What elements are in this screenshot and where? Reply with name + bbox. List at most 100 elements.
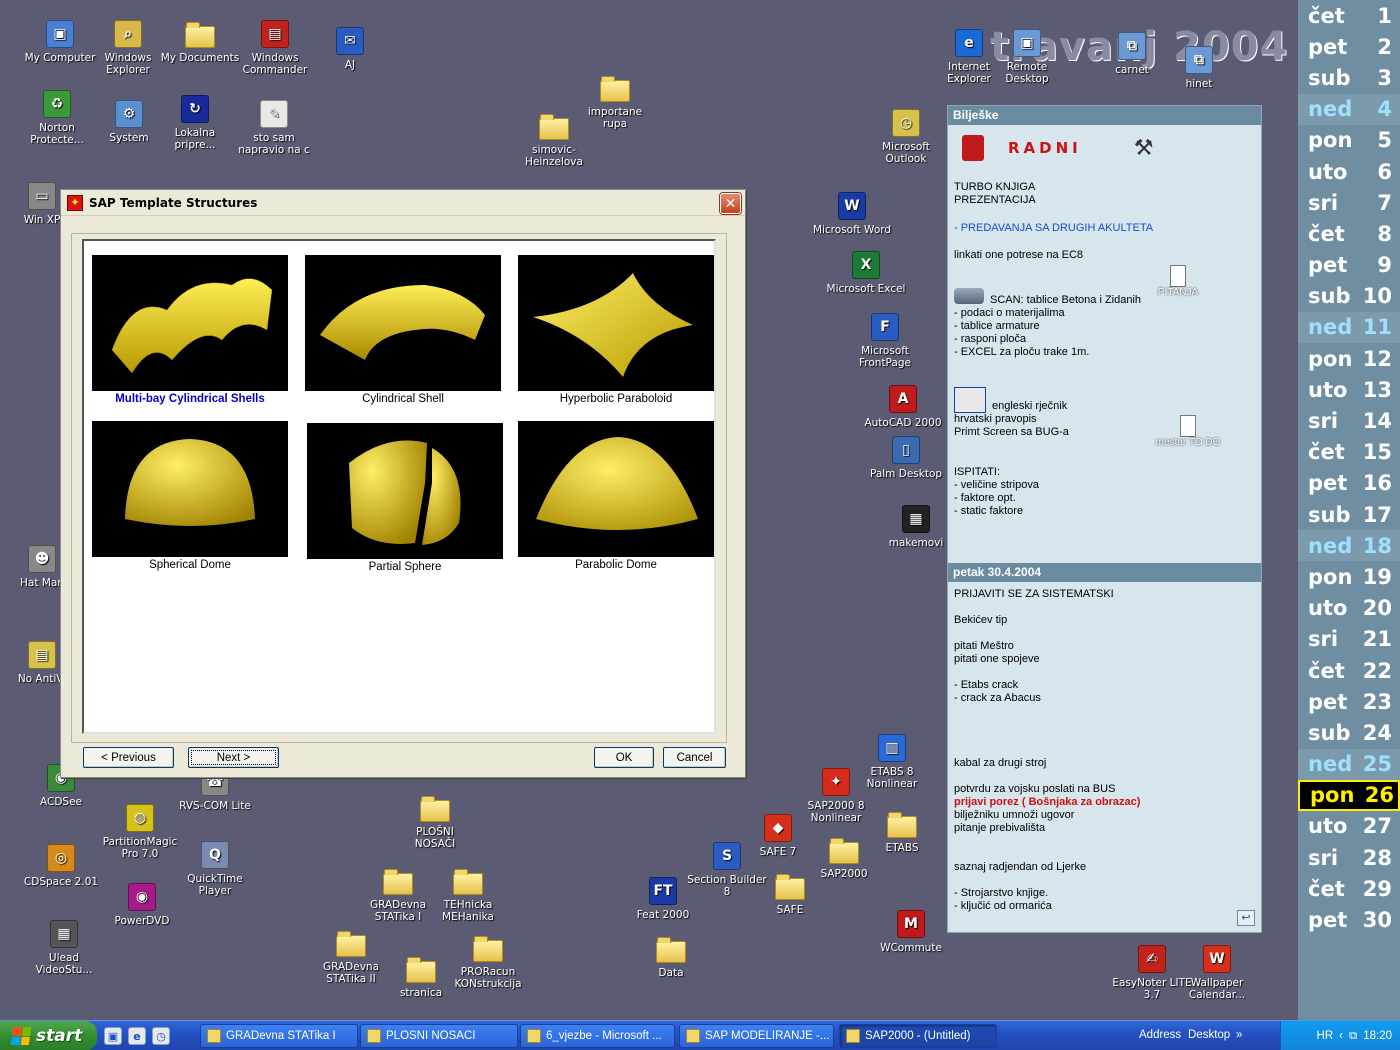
template-option[interactable]: Multi-bay Cylindrical Shells — [92, 255, 288, 405]
taskbar-button[interactable]: SAP2000 - (Untitled) — [839, 1024, 997, 1048]
calendar-day[interactable]: uto 27 — [1298, 811, 1400, 842]
mestar-shortcut[interactable]: mestar TO DO — [1148, 415, 1228, 448]
calendar-day[interactable]: pet 30 — [1298, 904, 1400, 935]
desktop-icon[interactable]: ▯ Palm Desktop — [866, 434, 946, 480]
desktop-icon[interactable]: ▦ makemovi — [876, 503, 956, 549]
desktop-icon[interactable]: ✉ AJ — [310, 25, 390, 71]
desktop-icon[interactable]: W Microsoft Word — [812, 190, 892, 236]
template-thumbnail — [518, 255, 714, 391]
calendar-day[interactable]: čet 15 — [1298, 437, 1400, 468]
desktop-icon[interactable]: ◎ CDSpace 2.01 — [21, 842, 101, 888]
template-option[interactable]: Spherical Dome — [92, 421, 288, 571]
taskbar-button[interactable]: 6_vjezbe - Microsoft ... — [520, 1024, 675, 1048]
desktop-icon[interactable]: ↻ Lokalna pripre... — [155, 93, 235, 151]
calendar-day[interactable]: uto 6 — [1298, 156, 1400, 187]
clock[interactable]: 18:20 — [1363, 1030, 1392, 1042]
calendar-day[interactable]: pet 23 — [1298, 686, 1400, 717]
calendar-day[interactable]: sri 21 — [1298, 624, 1400, 655]
calendar-day[interactable]: pet 2 — [1298, 31, 1400, 62]
desktop-icon[interactable]: GRADevna STATika II — [311, 927, 391, 985]
calendar-day[interactable]: ned 18 — [1298, 530, 1400, 562]
calendar-day[interactable]: sub 24 — [1298, 717, 1400, 748]
network-icon[interactable]: ⧉ — [1349, 1030, 1357, 1043]
next-button[interactable]: Next > — [188, 747, 279, 768]
pitanja-shortcut[interactable]: PITANJA — [1148, 265, 1208, 298]
calendar-day[interactable]: čet 22 — [1298, 655, 1400, 686]
calendar-day[interactable]: pon 12 — [1298, 343, 1400, 374]
desktop-icon[interactable]: ▣ Remote Desktop — [987, 27, 1067, 85]
desktop-icon[interactable]: A AutoCAD 2000 — [863, 383, 943, 429]
desktop-icon[interactable]: ▥ ETABS 8 Nonlinear — [852, 732, 932, 790]
desktop-icon[interactable]: ETABS — [862, 808, 942, 854]
start-button[interactable]: start — [0, 1021, 97, 1050]
template-option[interactable]: Hyperbolic Paraboloid — [518, 255, 714, 405]
taskbar-button[interactable]: SAP MODELIRANJE -... — [679, 1024, 834, 1048]
desktop-icon[interactable]: ♻ Norton Protecte... — [17, 88, 97, 146]
toolbar-chevron-icon[interactable]: » — [1236, 1029, 1242, 1041]
dialog-titlebar[interactable]: ✦ SAP Template Structures — [61, 190, 745, 216]
desktop-icon[interactable]: importane rupa — [575, 72, 655, 130]
desktop-icon[interactable]: PRORacun KONstrukcija — [448, 932, 528, 990]
taskbar-button[interactable]: PLOSNI NOSACI — [360, 1024, 518, 1048]
internet-explorer-icon[interactable]: e — [128, 1027, 146, 1045]
calendar-day[interactable]: sub 10 — [1298, 281, 1400, 312]
show-desktop-icon[interactable]: ▣ — [104, 1027, 122, 1045]
calendar-day[interactable]: sri 28 — [1298, 842, 1400, 873]
taskbar-button[interactable]: GRADevna STATika I — [200, 1024, 358, 1048]
desktop-icon[interactable]: ⌕ Windows Explorer — [88, 18, 168, 76]
calendar-day[interactable]: pet 9 — [1298, 250, 1400, 281]
calendar-day[interactable]: uto 20 — [1298, 593, 1400, 624]
calendar-day[interactable]: čet 1 — [1298, 0, 1400, 31]
desktop-icon[interactable]: Data — [631, 933, 711, 979]
calendar-date: 8 — [1377, 221, 1392, 246]
template-option[interactable]: Parabolic Dome — [518, 421, 714, 571]
desktop-icon[interactable]: ✎ sto sam napravio na c — [234, 98, 314, 156]
cancel-button[interactable]: Cancel — [663, 747, 726, 768]
outlook-icon[interactable]: ◷ — [152, 1027, 170, 1045]
language-indicator[interactable]: HR — [1317, 1030, 1334, 1042]
calendar-day[interactable]: uto 13 — [1298, 374, 1400, 405]
calendar-day[interactable]: ned 25 — [1298, 748, 1400, 780]
desktop-toolbar-label[interactable]: Desktop — [1188, 1029, 1230, 1041]
desktop-icon[interactable]: F Microsoft FrontPage — [845, 311, 925, 369]
desktop-icon[interactable]: ◍ PartitionMagic Pro 7.0 — [100, 802, 180, 860]
desktop-icon[interactable]: ◷ Microsoft Outlook — [866, 107, 946, 165]
calendar-day[interactable]: sub 3 — [1298, 62, 1400, 93]
desktop-icon[interactable]: M WCommute — [871, 908, 951, 954]
calendar-day[interactable]: pon 26 — [1298, 779, 1400, 811]
close-button[interactable]: ✕ — [720, 193, 741, 214]
desktop-icon[interactable]: TEHnicka MEHanika — [428, 865, 508, 923]
previous-button[interactable]: < Previous — [83, 747, 174, 768]
note-link[interactable]: - PREDAVANJA SA DRUGIH AKULTETA — [954, 222, 1255, 235]
scroll-back-icon[interactable]: ↩ — [1237, 910, 1255, 926]
desktop-icon[interactable]: ▤ Windows Commander — [235, 18, 315, 76]
task-icon — [686, 1029, 700, 1043]
note-line: - EXCEL za ploču trake 1m. — [954, 346, 1090, 358]
calendar-day[interactable]: pet 16 — [1298, 468, 1400, 499]
calendar-day[interactable]: sri 7 — [1298, 187, 1400, 218]
calendar-day[interactable]: pon 5 — [1298, 125, 1400, 156]
calendar-date: 17 — [1362, 502, 1392, 527]
template-option[interactable]: Partial Sphere — [307, 423, 503, 573]
desktop-icon[interactable]: X Microsoft Excel — [826, 249, 906, 295]
calendar-day[interactable]: sri 14 — [1298, 405, 1400, 436]
calendar-day[interactable]: čet 29 — [1298, 873, 1400, 904]
calendar-day[interactable]: ned 11 — [1298, 311, 1400, 344]
desktop-icon[interactable]: ◉ PowerDVD — [102, 881, 182, 927]
calendar-day[interactable]: sub 17 — [1298, 499, 1400, 530]
desktop-icon[interactable]: Q QuickTime Player — [175, 839, 255, 897]
desktop-icon[interactable]: PLOŠNI NOSAČI — [395, 792, 475, 850]
desktop-icon[interactable]: W Wallpaper Calendar... — [1177, 943, 1257, 1001]
address-label[interactable]: Address — [1139, 1029, 1181, 1041]
desktop-icon[interactable]: My Documents — [160, 18, 240, 64]
desktop-icon[interactable]: ▦ Ulead VideoStu... — [24, 918, 104, 976]
calendar-day[interactable]: čet 8 — [1298, 218, 1400, 249]
calendar-day[interactable]: pon 19 — [1298, 561, 1400, 592]
desktop-icon[interactable]: ⧉ hinet — [1159, 44, 1239, 90]
template-option[interactable]: Cylindrical Shell — [305, 255, 501, 405]
desktop-icon[interactable]: GRADevna STATika I — [358, 865, 438, 923]
app-icon: X — [850, 249, 882, 281]
ok-button[interactable]: OK — [594, 747, 654, 768]
tray-expand-icon[interactable]: ‹ — [1339, 1030, 1343, 1042]
calendar-day[interactable]: ned 4 — [1298, 93, 1400, 125]
